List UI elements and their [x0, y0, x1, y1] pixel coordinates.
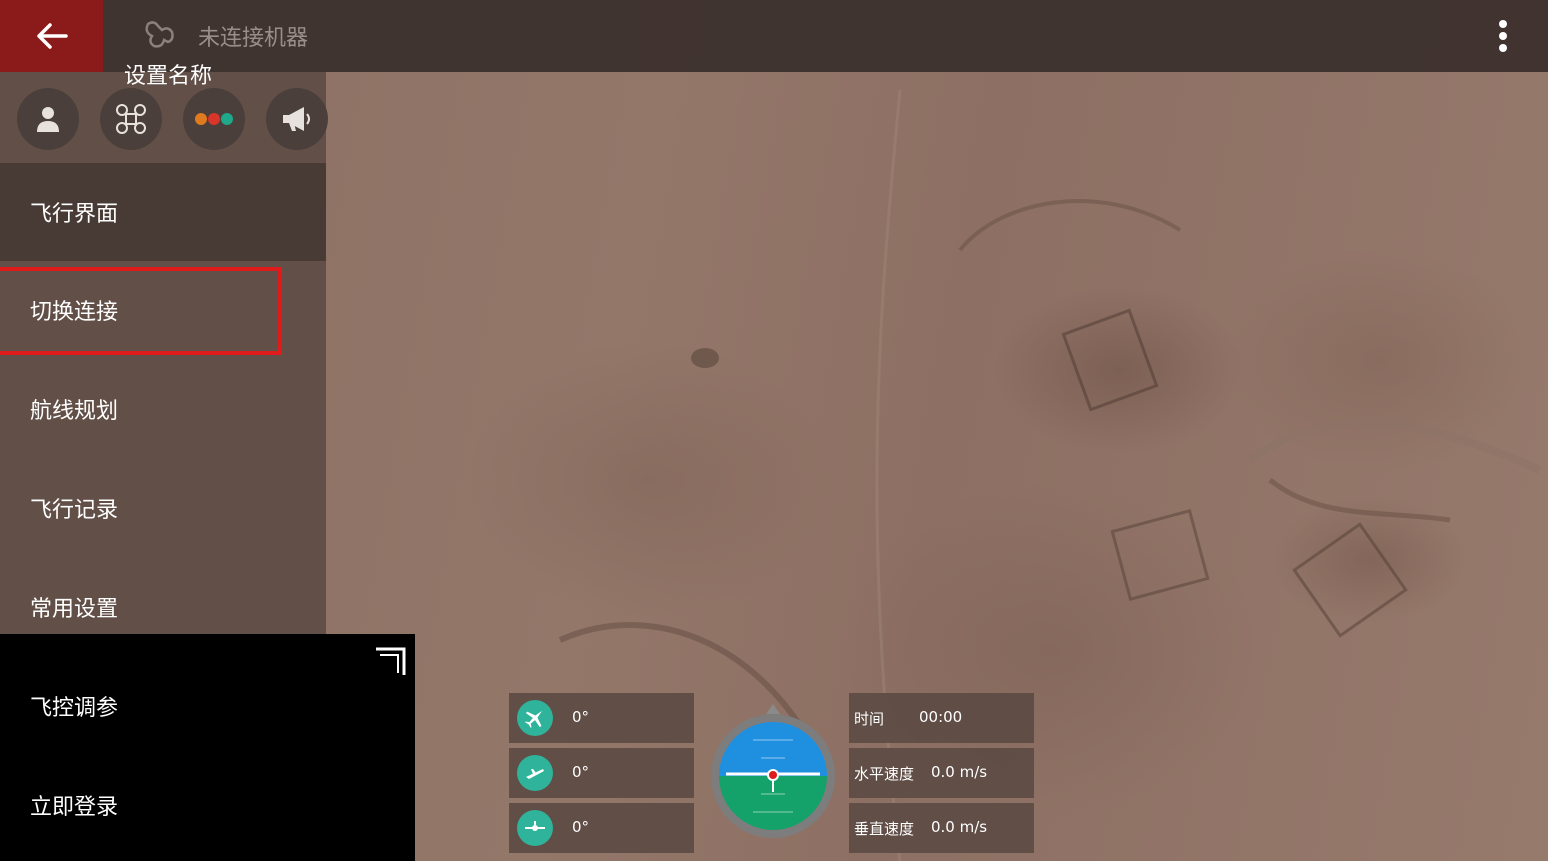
broadcast-button[interactable]	[266, 88, 328, 150]
menu-item-label: 飞行记录	[30, 498, 119, 523]
vertical-speed-tile: 垂直速度 0.0 m/s	[849, 803, 1034, 853]
yaw-tile: 0°	[509, 693, 694, 743]
attitude-indicator	[711, 704, 835, 838]
horizontal-speed-value: 0.0 m/s	[931, 763, 988, 781]
menu-item-flight-log[interactable]: 飞行记录	[0, 459, 326, 557]
roll-tile: 0°	[509, 803, 694, 853]
highlight-box	[0, 267, 282, 355]
horizontal-speed-label: 水平速度	[854, 765, 915, 783]
time-label: 时间	[854, 710, 885, 728]
vertical-speed-value: 0.0 m/s	[931, 818, 988, 836]
pitch-value: 0°	[572, 763, 590, 781]
menu-item-flight-control-tuning[interactable]: 飞控调参	[0, 657, 326, 755]
user-icon	[37, 107, 59, 132]
menu-item-label: 飞控调参	[30, 696, 119, 721]
time-value: 00:00	[919, 708, 963, 726]
dots-icon	[195, 113, 233, 125]
yaw-value: 0°	[572, 708, 590, 726]
connection-status: 未连接机器	[198, 26, 309, 51]
menu-item-label: 飞行界面	[30, 202, 119, 227]
back-arrow-icon	[37, 23, 68, 49]
more-vert-icon[interactable]	[1494, 16, 1512, 56]
user-button[interactable]	[17, 88, 79, 150]
vertical-speed-label: 垂直速度	[854, 820, 915, 838]
drone-frame-icon	[116, 104, 146, 134]
yaw-plane-icon	[517, 700, 553, 736]
pitch-plane-icon	[517, 755, 553, 791]
expand-corner-icon[interactable]	[374, 645, 408, 677]
menu-item-login[interactable]: 立即登录	[0, 756, 326, 854]
menu-item-label: 航线规划	[30, 399, 119, 424]
profile-name[interactable]: 设置名称	[124, 58, 212, 90]
pitch-tile: 0°	[509, 748, 694, 798]
menu-item-flight-view[interactable]: 飞行界面	[0, 163, 326, 261]
roll-plane-icon	[517, 810, 553, 846]
time-tile: 时间 00:00	[849, 693, 1034, 743]
top-bar: 未连接机器	[0, 0, 1548, 72]
roll-value: 0°	[572, 818, 590, 836]
megaphone-icon	[283, 107, 310, 131]
drone-icon	[145, 21, 174, 48]
menu-item-label: 常用设置	[30, 597, 119, 622]
status-dots-button[interactable]	[183, 88, 245, 150]
back-button[interactable]	[0, 0, 103, 72]
drone-frame-button[interactable]	[100, 88, 162, 150]
menu-item-route-planning[interactable]: 航线规划	[0, 360, 326, 458]
menu-item-label: 立即登录	[30, 795, 119, 820]
horizontal-speed-tile: 水平速度 0.0 m/s	[849, 748, 1034, 798]
